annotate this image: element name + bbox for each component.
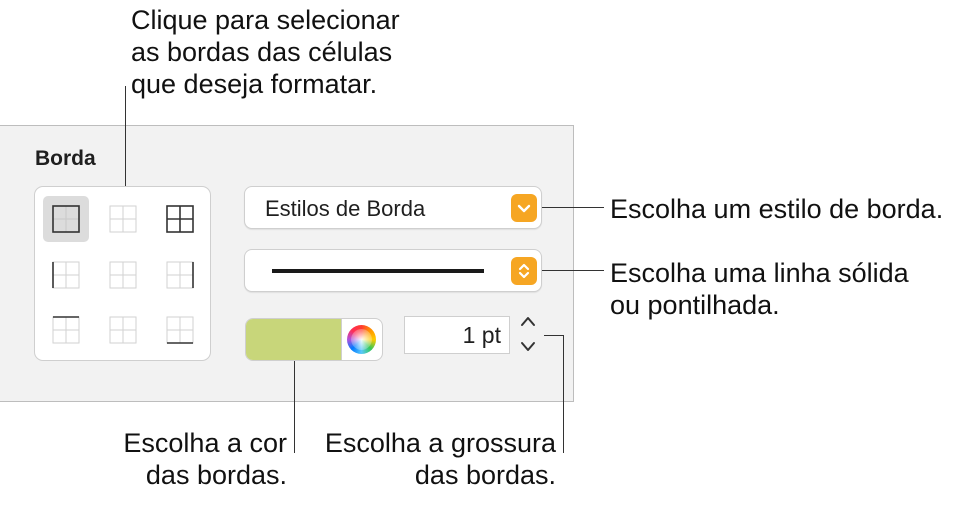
- border-inner-button[interactable]: [100, 196, 146, 242]
- border-inner-vertical-icon: [109, 261, 137, 289]
- callout-line-style: Escolha uma linha sólida ou pontilhada.: [610, 258, 909, 320]
- border-all-icon: [166, 205, 194, 233]
- border-right-button[interactable]: [157, 252, 203, 298]
- leader-line: [544, 335, 564, 336]
- thickness-field[interactable]: 1 pt: [404, 316, 510, 354]
- border-style-label: Estilos de Borda: [265, 196, 426, 221]
- border-inner-horizontal-button[interactable]: [100, 307, 146, 353]
- border-right-icon: [166, 261, 194, 289]
- chevron-down-icon: [511, 194, 537, 222]
- border-style-popup[interactable]: Estilos de Borda: [244, 186, 542, 229]
- stepper-down-icon[interactable]: [515, 335, 541, 357]
- border-left-icon: [52, 261, 80, 289]
- line-style-popup[interactable]: [244, 249, 542, 292]
- leader-line: [294, 361, 295, 453]
- color-wheel-icon[interactable]: [347, 325, 376, 354]
- callout-border-color: Escolha a cor das bordas.: [123, 428, 287, 490]
- swatch-divider: [341, 319, 342, 360]
- leader-line: [542, 207, 604, 208]
- leader-line: [542, 270, 604, 271]
- leader-line: [563, 335, 564, 453]
- solid-line-preview: [272, 269, 484, 273]
- callout-border-thickness: Escolha a grossura das bordas.: [324, 428, 556, 490]
- section-title: Borda: [35, 147, 96, 170]
- border-outer-icon: [52, 205, 80, 233]
- callout-border-style: Escolha um estilo de borda.: [610, 194, 944, 224]
- up-down-chevron-icon: [511, 257, 537, 285]
- border-all-button[interactable]: [157, 196, 203, 242]
- color-swatch[interactable]: [246, 319, 341, 360]
- border-left-button[interactable]: [43, 252, 89, 298]
- border-bottom-icon: [166, 316, 194, 344]
- border-outer-button[interactable]: [43, 196, 89, 242]
- border-inner-horizontal-icon: [109, 316, 137, 344]
- stepper-icon[interactable]: [514, 311, 542, 357]
- border-selector: [34, 186, 211, 361]
- border-inner-vertical-button[interactable]: [100, 252, 146, 298]
- border-color-well[interactable]: [245, 318, 383, 361]
- border-bottom-button[interactable]: [157, 307, 203, 353]
- callout-select-borders: Clique para selecionar as bordas das cél…: [131, 5, 400, 99]
- border-inner-icon: [109, 205, 137, 233]
- leader-line: [125, 86, 126, 186]
- border-top-icon: [52, 316, 80, 344]
- border-top-button[interactable]: [43, 307, 89, 353]
- stepper-up-icon[interactable]: [515, 311, 541, 333]
